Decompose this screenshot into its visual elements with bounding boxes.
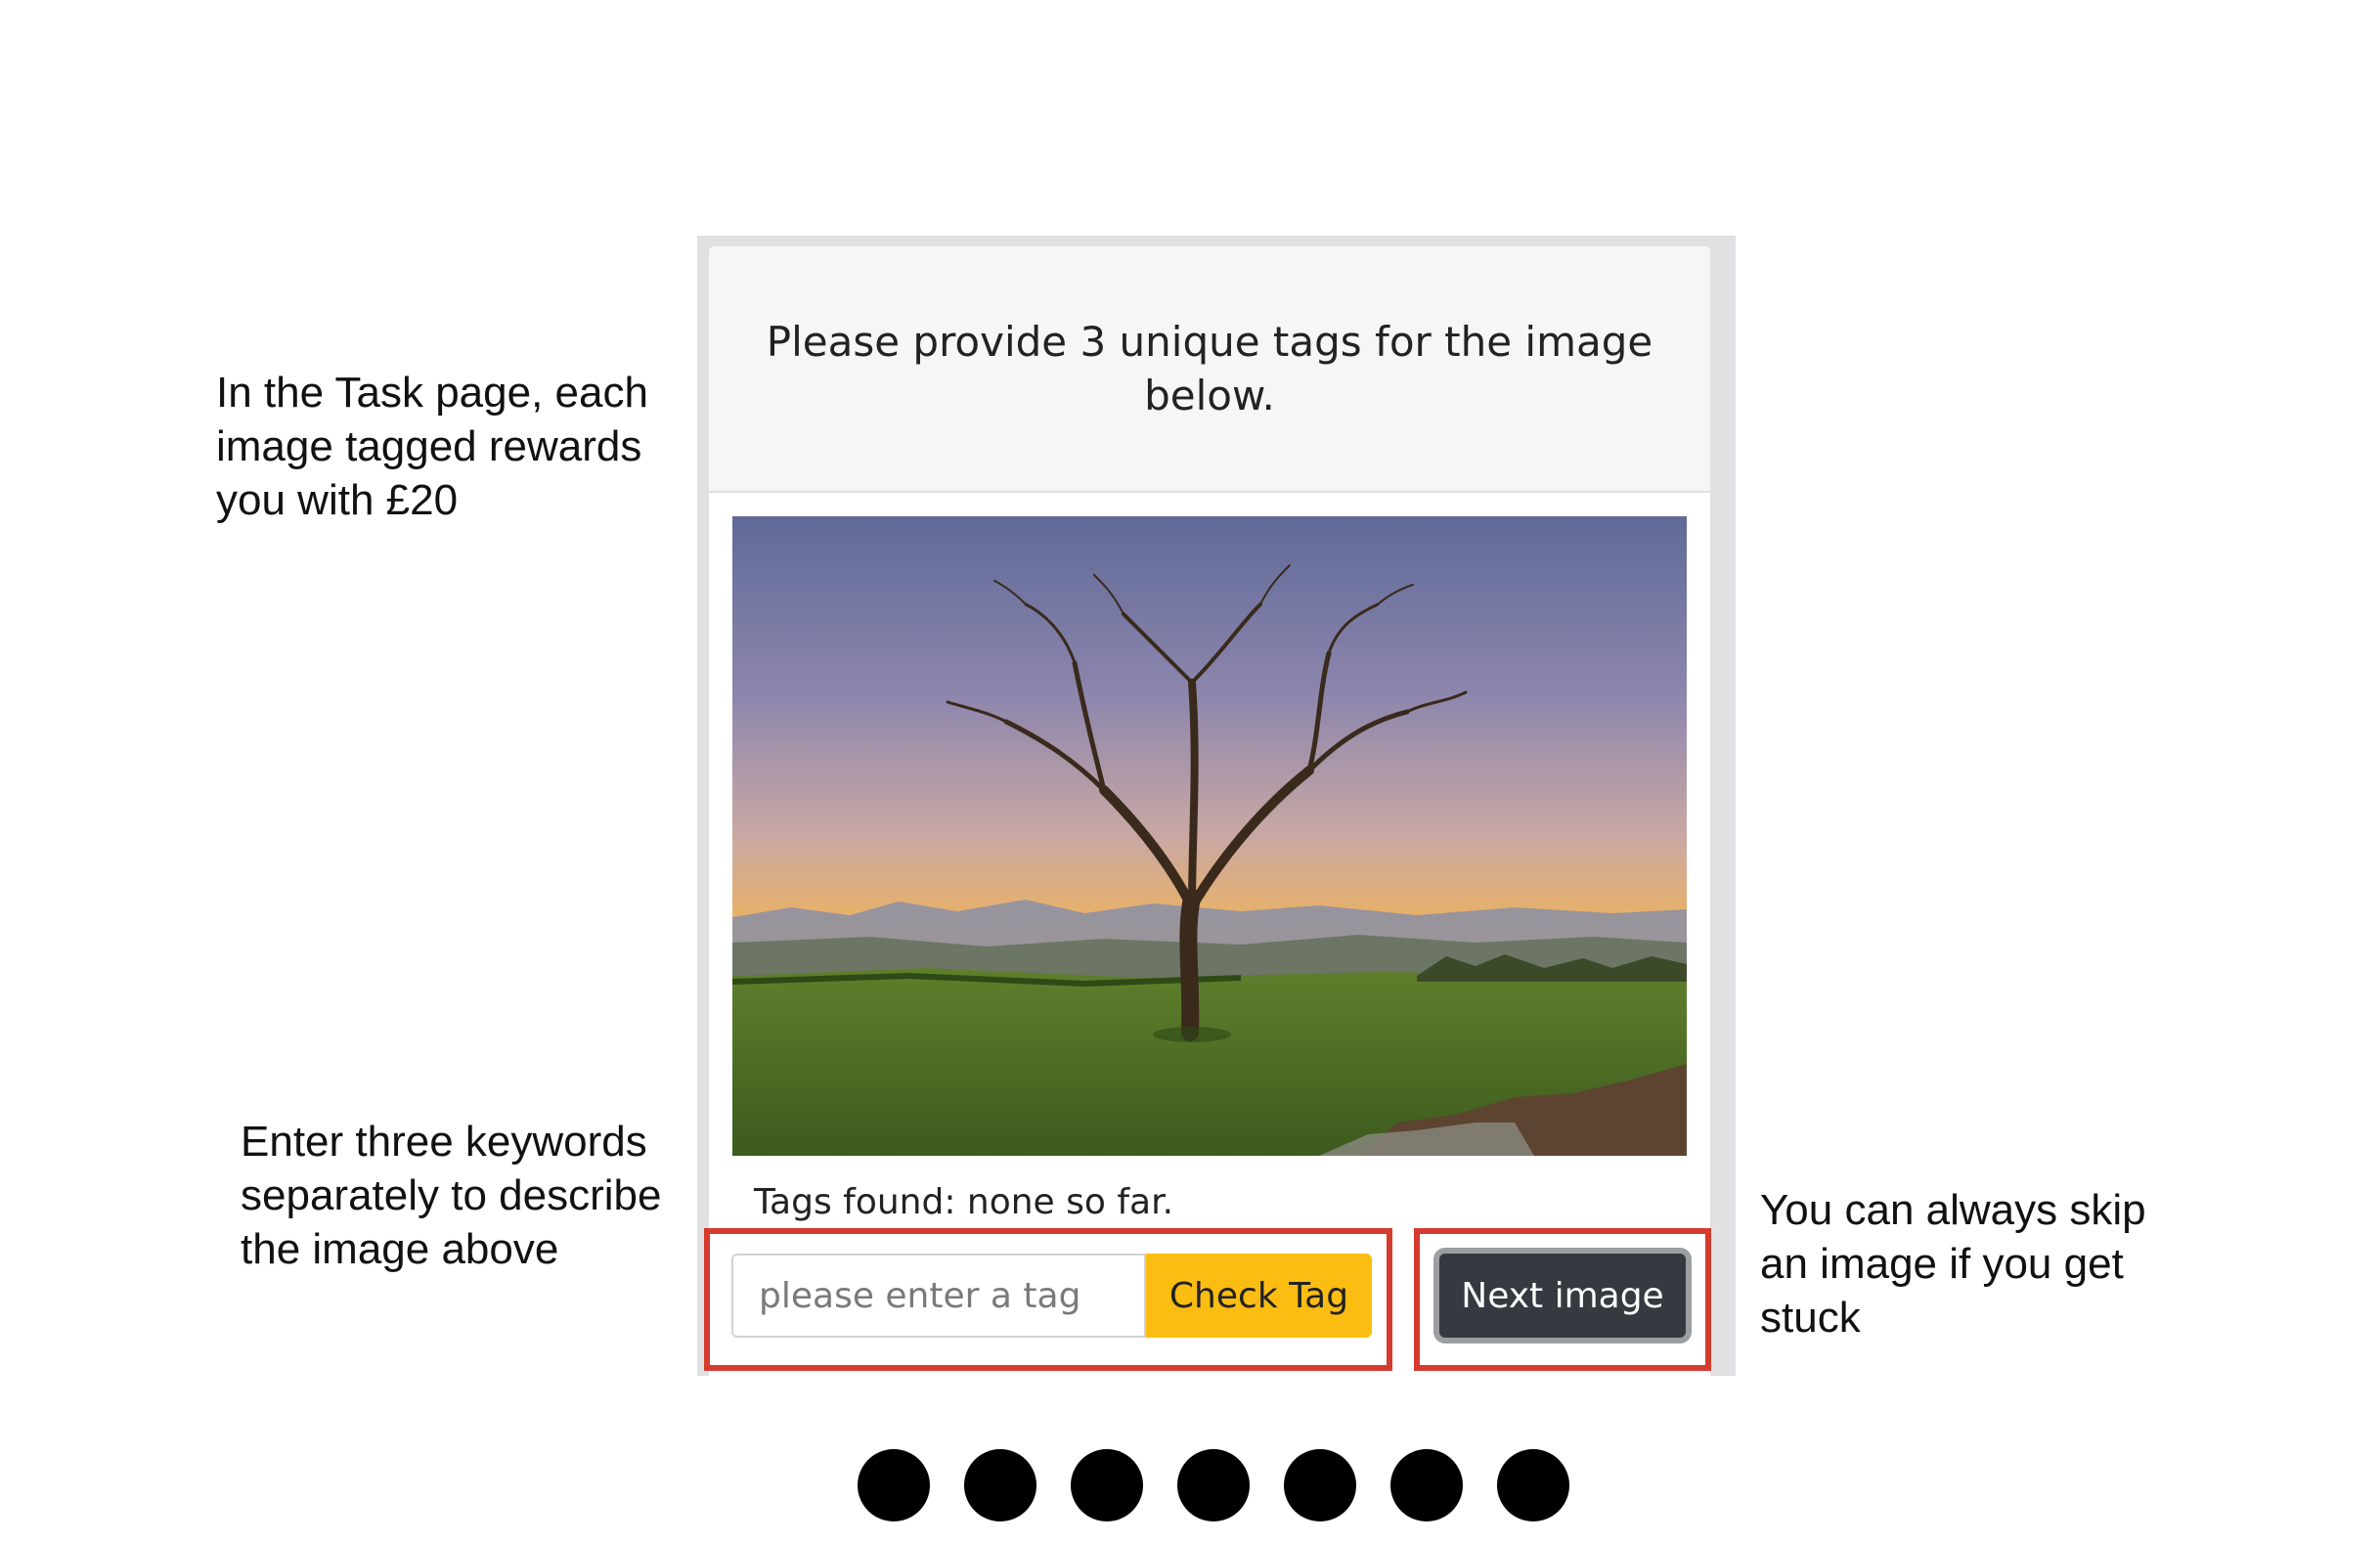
reward-note: In the Task page, each image tagged rewa…	[216, 369, 648, 524]
check-tag-button[interactable]: Check Tag	[1146, 1254, 1372, 1338]
tags-found-status: Tags found: none so far.	[754, 1182, 1174, 1222]
pagination-dot[interactable]	[1284, 1449, 1356, 1521]
pagination-dot[interactable]	[1177, 1449, 1250, 1521]
task-card-header: Please provide 3 unique tags for the ima…	[709, 246, 1710, 493]
pagination-dot[interactable]	[858, 1449, 930, 1521]
pagination-dot[interactable]	[1390, 1449, 1463, 1521]
keywords-note: Enter three keywords separately to descr…	[241, 1118, 662, 1273]
task-image	[732, 516, 1687, 1156]
skip-note: You can always skip an image if you get …	[1760, 1186, 2146, 1342]
pagination-dot[interactable]	[1497, 1449, 1569, 1521]
task-instruction: Please provide 3 unique tags for the ima…	[766, 318, 1653, 419]
next-image-button[interactable]: Next image	[1433, 1248, 1692, 1344]
pagination-dot[interactable]	[964, 1449, 1036, 1521]
pagination-dot[interactable]	[1071, 1449, 1143, 1521]
tag-input[interactable]	[731, 1254, 1146, 1338]
